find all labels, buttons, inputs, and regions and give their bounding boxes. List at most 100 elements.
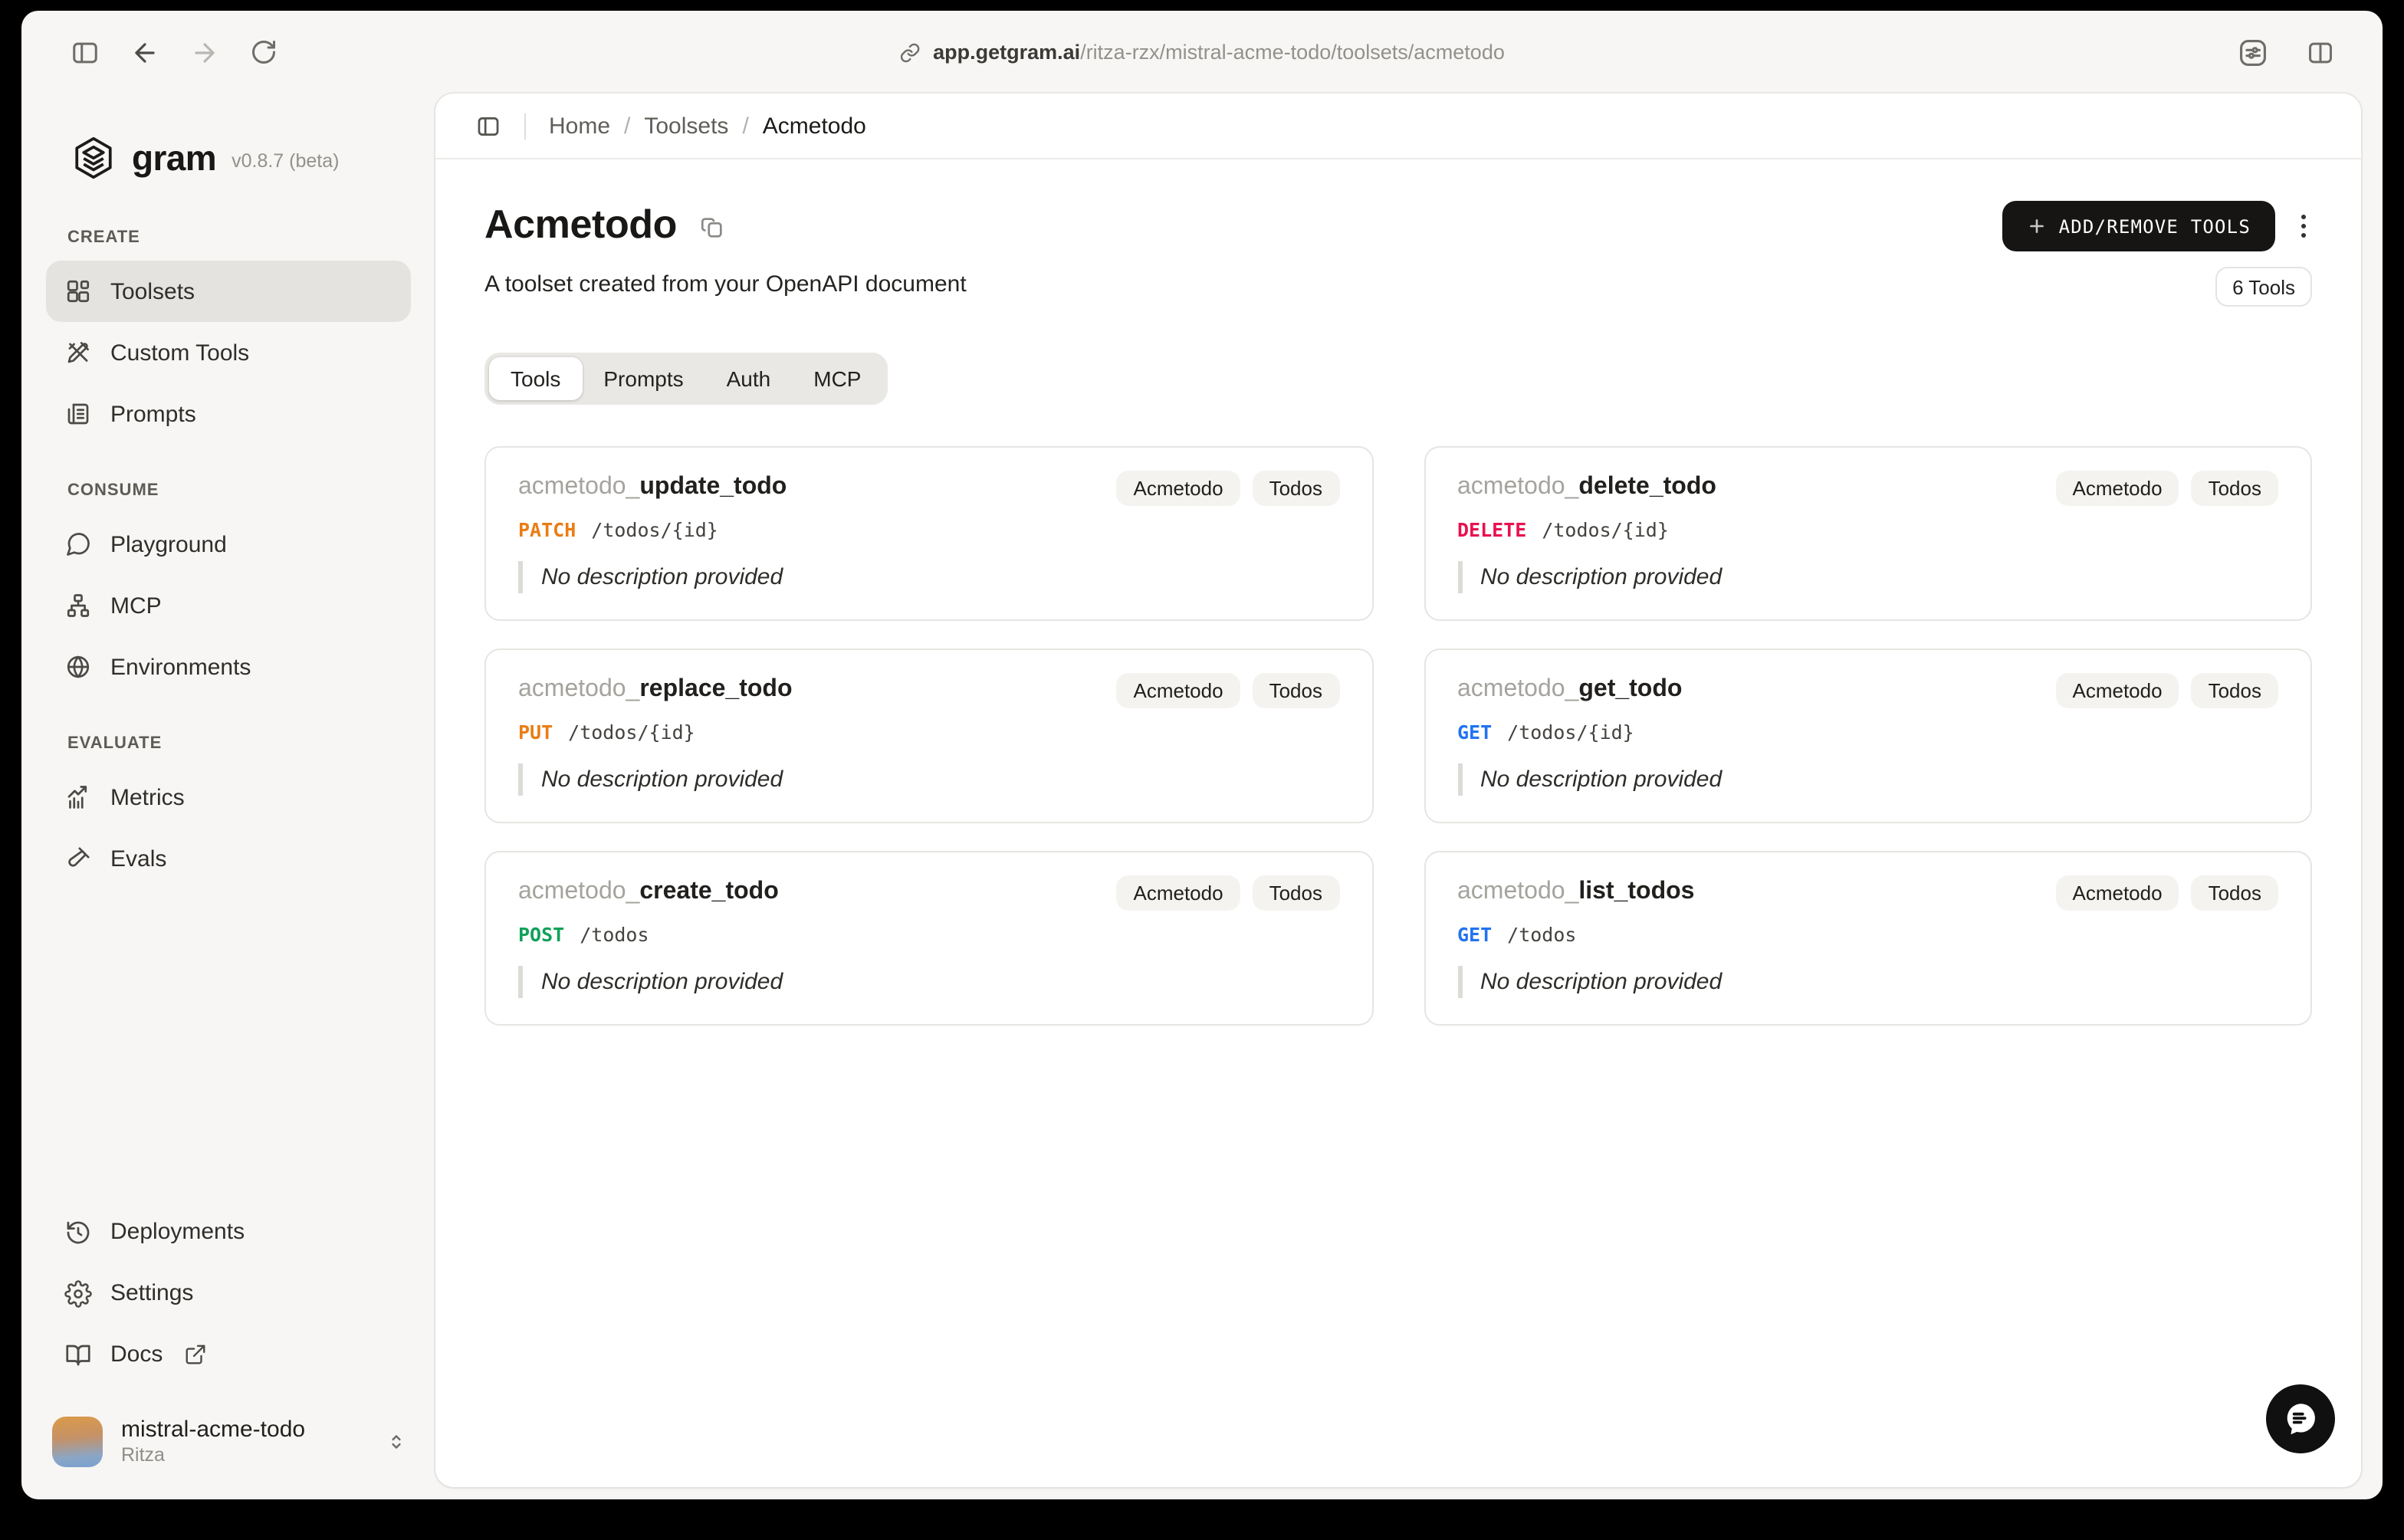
url-text: app.getgram.ai/ritza-rzx/mistral-acme-to… <box>933 41 1505 64</box>
sidebar-item-metrics[interactable]: Metrics <box>46 767 411 828</box>
browser-page-settings-icon[interactable] <box>2229 29 2275 75</box>
sidebar-item-deployments[interactable]: Deployments <box>46 1201 411 1263</box>
logo-row[interactable]: gram v0.8.7 (beta) <box>46 115 411 192</box>
tool-description: No description provided <box>518 561 1339 593</box>
sidebar: gram v0.8.7 (beta) CREATE Toolsets Custo… <box>21 94 435 1499</box>
tools-count-badge: 6 Tools <box>2215 267 2312 307</box>
test-tube-icon <box>64 845 92 872</box>
add-remove-tools-button[interactable]: ADD/REMOVE TOOLS <box>2002 201 2275 251</box>
tool-description: No description provided <box>1457 561 2278 593</box>
chat-support-button[interactable] <box>2266 1384 2335 1453</box>
badge-acmetodo: Acmetodo <box>1116 673 1240 708</box>
badge-todos: Todos <box>2191 875 2278 911</box>
tool-name: acmetodo_create_todo <box>518 878 779 905</box>
endpoint-path: /todos/{id} <box>1507 721 1634 744</box>
chat-bubble-icon <box>64 530 92 558</box>
browser-window: app.getgram.ai/ritza-rzx/mistral-acme-to… <box>21 11 2383 1499</box>
sidebar-item-toolsets[interactable]: Toolsets <box>46 261 411 322</box>
sidebar-item-prompts[interactable]: Prompts <box>46 383 411 445</box>
sidebar-item-evals[interactable]: Evals <box>46 828 411 889</box>
http-method: DELETE <box>1457 518 1527 541</box>
tool-card-list-todos[interactable]: acmetodo_list_todos Acmetodo Todos GET/to… <box>1424 851 2312 1026</box>
avatar <box>52 1417 103 1468</box>
plus-icon <box>2027 216 2047 236</box>
breadcrumb-separator: / <box>742 113 749 139</box>
sidebar-item-label: Evals <box>110 846 167 872</box>
tool-name: acmetodo_list_todos <box>1457 878 1695 905</box>
section-label-create: CREATE <box>67 228 140 247</box>
endpoint-path: /todos <box>580 923 649 946</box>
sidebar-item-docs[interactable]: Docs <box>46 1324 411 1385</box>
tab-auth[interactable]: Auth <box>705 357 793 400</box>
badge-acmetodo: Acmetodo <box>1116 471 1240 506</box>
globe-icon <box>64 653 92 681</box>
sidebar-item-label: Toolsets <box>110 278 195 304</box>
title-actions: ADD/REMOVE TOOLS 6 Tools <box>2002 201 2312 307</box>
copy-icon[interactable] <box>698 214 724 240</box>
sidebar-item-mcp[interactable]: MCP <box>46 575 411 636</box>
tool-card-get-todo[interactable]: acmetodo_get_todo Acmetodo Todos GET/todo… <box>1424 649 2312 823</box>
address-bar[interactable]: app.getgram.ai/ritza-rzx/mistral-acme-to… <box>899 41 1505 64</box>
title-row: Acmetodo A toolset created from your Ope… <box>484 201 2312 307</box>
endpoint-path: /todos/{id} <box>1542 518 1669 541</box>
browser-refresh-icon[interactable] <box>241 29 287 75</box>
tool-card-create-todo[interactable]: acmetodo_create_todo Acmetodo Todos POST /… <box>484 851 1373 1026</box>
browser-nav-controls <box>61 29 287 75</box>
page-subtitle: A toolset created from your OpenAPI docu… <box>484 271 967 297</box>
account-name: mistral-acme-todo <box>121 1416 306 1443</box>
endpoint: PUT/todos/{id} <box>518 721 1339 744</box>
page-content: Acmetodo A toolset created from your Ope… <box>435 159 2361 1487</box>
tool-description: No description provided <box>518 763 1339 796</box>
tool-card-delete-todo[interactable]: acmetodo_delete_todo Acmetodo Todos DELET… <box>1424 446 2312 621</box>
tab-prompts[interactable]: Prompts <box>582 357 704 400</box>
gram-logo-icon <box>71 135 117 181</box>
sidebar-item-label: Playground <box>110 531 227 557</box>
account-switcher[interactable]: mistral-acme-todo Ritza <box>46 1416 411 1469</box>
breadcrumb-toolsets[interactable]: Toolsets <box>644 113 728 139</box>
endpoint-path: /todos/{id} <box>568 721 695 744</box>
app-body: gram v0.8.7 (beta) CREATE Toolsets Custo… <box>21 94 2383 1499</box>
sidebar-item-playground[interactable]: Playground <box>46 514 411 575</box>
browser-forward-icon[interactable] <box>181 29 227 75</box>
sidebar-item-environments[interactable]: Environments <box>46 636 411 698</box>
tool-name: acmetodo_replace_todo <box>518 676 793 702</box>
tool-description: No description provided <box>1457 966 2278 998</box>
tool-card-grid: acmetodo_update_todo Acmetodo Todos PATCH… <box>484 446 2312 1087</box>
account-org: Ritza <box>121 1444 165 1466</box>
newspaper-icon <box>64 400 92 428</box>
hierarchy-icon <box>64 592 92 619</box>
http-method: PUT <box>518 721 553 744</box>
tool-card-update-todo[interactable]: acmetodo_update_todo Acmetodo Todos PATCH… <box>484 446 1373 621</box>
tool-card-replace-todo[interactable]: acmetodo_replace_todo Acmetodo Todos PUT /… <box>484 649 1373 823</box>
sidebar-item-settings[interactable]: Docs Settings <box>46 1263 411 1324</box>
main-panel: Home / Toolsets / Acmetodo Acmetodo A to… <box>435 94 2361 1487</box>
endpoint: DELETE/todos/{id} <box>1457 518 2278 541</box>
link-icon <box>899 41 921 63</box>
gear-icon <box>64 1279 92 1308</box>
breadcrumb-current: Acmetodo <box>762 113 866 139</box>
tab-tools[interactable]: Tools <box>489 357 583 400</box>
sidebar-item-custom-tools[interactable]: Custom Tools <box>46 322 411 383</box>
history-icon <box>64 1218 92 1246</box>
sidebar-nav: CREATE Toolsets Custom Tools Prompts CON… <box>46 192 411 889</box>
sidebar-item-label: Docs <box>110 1341 163 1368</box>
browser-back-icon[interactable] <box>121 29 167 75</box>
crossed-tools-icon <box>64 339 92 366</box>
sidebar-footer: Deployments Docs Settings Docs <box>46 1201 411 1469</box>
endpoint: GET/todos/{id} <box>1457 721 2278 744</box>
chevron-up-down-icon <box>385 1431 408 1454</box>
sidebar-item-label: Deployments <box>110 1219 245 1246</box>
tab-mcp[interactable]: MCP <box>792 357 882 400</box>
breadcrumb-bar: Home / Toolsets / Acmetodo <box>435 94 2361 159</box>
chat-bubble-filled-icon <box>2280 1398 2321 1440</box>
browser-sidebar-toggle-icon[interactable] <box>61 29 107 75</box>
more-options-icon[interactable] <box>2295 209 2312 243</box>
badge-todos: Todos <box>1252 875 1339 911</box>
url-path: /ritza-rzx/mistral-acme-todo/toolsets/ac… <box>1080 41 1505 64</box>
browser-split-view-icon[interactable] <box>2297 29 2343 75</box>
tool-name: acmetodo_update_todo <box>518 474 787 500</box>
badge-todos: Todos <box>1252 471 1339 506</box>
section-label-consume: CONSUME <box>67 481 159 500</box>
panel-toggle-icon[interactable] <box>475 113 501 139</box>
breadcrumb-home[interactable]: Home <box>549 113 610 139</box>
